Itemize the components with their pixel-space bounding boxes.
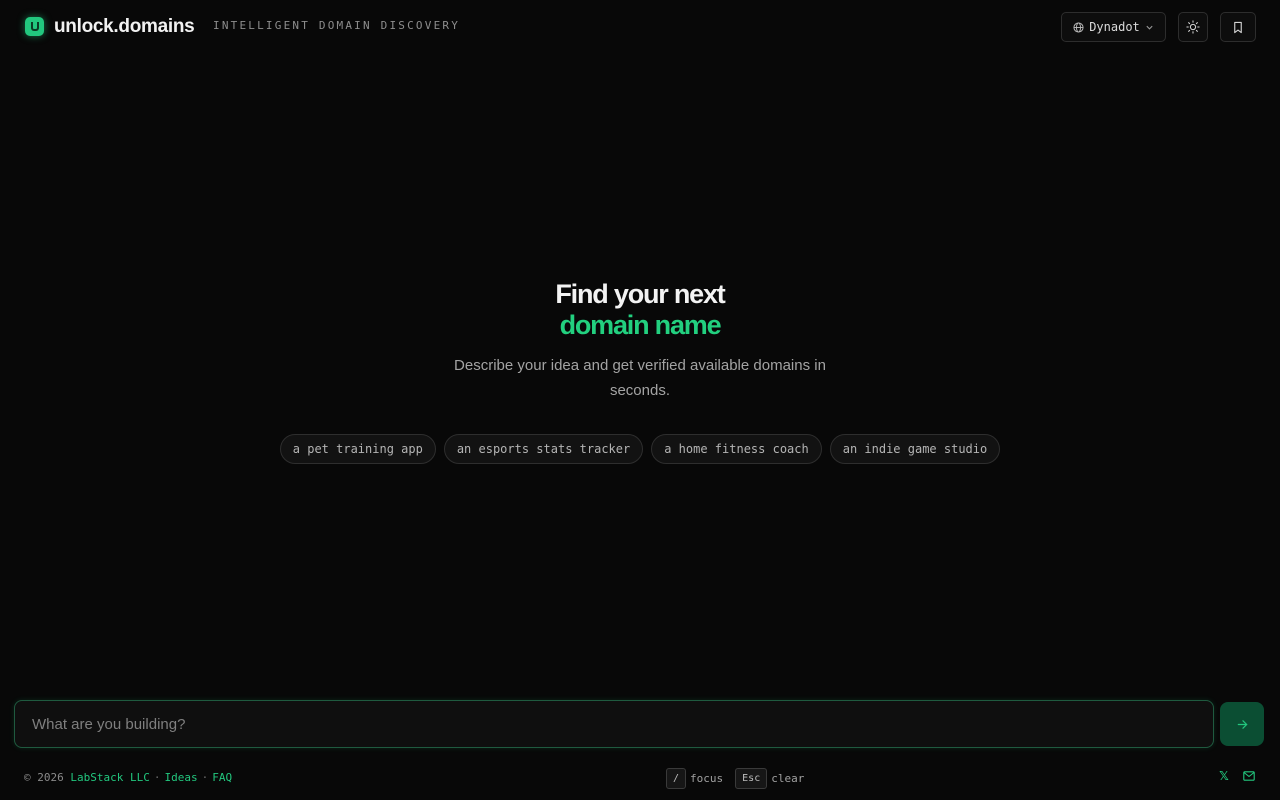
suggestion-chip[interactable]: an esports stats tracker — [443, 434, 644, 464]
hero-title-highlight: domain name — [559, 310, 722, 340]
idea-search-input[interactable] — [15, 701, 1213, 747]
registrar-label: Dynadot — [1089, 20, 1140, 34]
unlock-logo-icon[interactable] — [25, 17, 44, 36]
sun-icon — [1186, 20, 1200, 34]
suggestion-chip[interactable]: a pet training app — [279, 434, 436, 464]
mail-icon[interactable] — [1242, 769, 1256, 783]
chevron-down-icon — [1145, 23, 1154, 32]
copyright-text: © 2026 — [24, 771, 64, 784]
submit-button[interactable] — [1220, 702, 1264, 746]
bookmark-icon — [1232, 21, 1244, 34]
header: unlock.domains INTELLIGENT DOMAIN DISCOV… — [0, 0, 1280, 54]
brand-name[interactable]: unlock.domains — [54, 15, 195, 39]
suggestion-chips: a pet training app an esports stats trac… — [0, 434, 1280, 464]
suggestion-chip[interactable]: a home fitness coach — [651, 434, 822, 464]
registrar-selector-button[interactable]: Dynadot — [1061, 12, 1166, 42]
shortcut-key-focus: / — [666, 768, 687, 789]
shortcut-key-clear: Esc — [735, 768, 768, 789]
company-link[interactable]: LabStack LLC — [70, 771, 149, 784]
arrow-right-icon — [1236, 718, 1249, 731]
keyboard-shortcuts: / focus Esc clear — [666, 768, 804, 789]
theme-toggle-button[interactable] — [1178, 12, 1208, 42]
x-social-icon[interactable]: 𝕏 — [1217, 769, 1231, 783]
hero-title: Find your next domain name — [0, 279, 1280, 341]
search-box — [14, 700, 1214, 748]
footer-separator: · — [153, 771, 161, 784]
suggestion-chip[interactable]: an indie game studio — [829, 434, 1001, 464]
saved-domains-button[interactable] — [1220, 12, 1256, 42]
hero-subtitle: Describe your idea and get verified avai… — [454, 357, 826, 399]
tagline: INTELLIGENT DOMAIN DISCOVERY — [213, 19, 461, 32]
faq-link[interactable]: FAQ — [212, 771, 232, 784]
hero-title-line1: Find your next — [555, 279, 725, 309]
ideas-link[interactable]: Ideas — [164, 771, 197, 784]
shortcut-label-focus: focus — [690, 772, 724, 785]
footer-separator: · — [201, 771, 209, 784]
globe-icon — [1073, 21, 1084, 33]
shortcut-label-clear: clear — [771, 772, 805, 785]
footer-credits: © 2026 LabStack LLC · Ideas · FAQ — [24, 771, 232, 785]
